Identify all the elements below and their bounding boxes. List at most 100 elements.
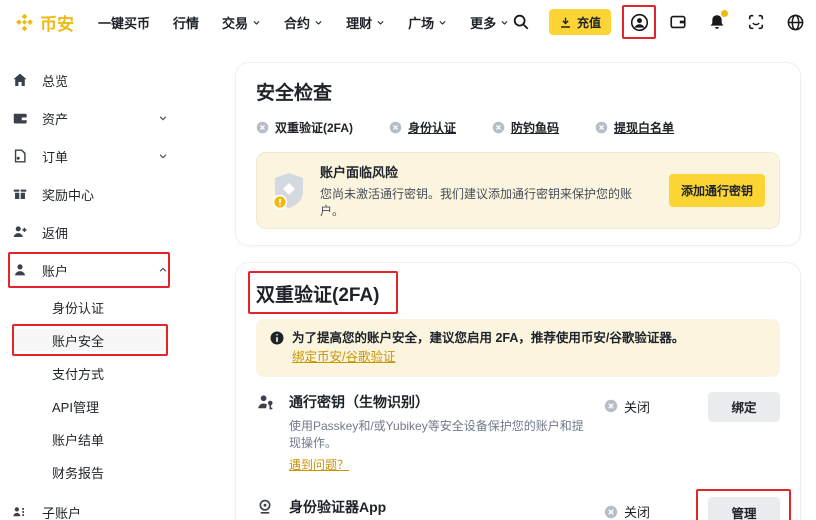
notifications-bell-icon[interactable]	[706, 11, 728, 33]
account-submenu: 身份认证 账户安全 支付方式 API管理 账户结单 财务报告	[12, 296, 215, 483]
sidebar-subitem-api-management[interactable]: API管理	[12, 395, 168, 417]
sidebar-sublabel: 身份认证	[52, 298, 104, 317]
row-title: 身份验证器App	[289, 497, 594, 517]
bind-authenticator-link[interactable]: 绑定币安/谷歌验证	[292, 350, 395, 364]
security-check-title: 安全检查	[256, 78, 780, 105]
sidebar-item-account[interactable]: 账户	[12, 258, 168, 282]
nav-item-trade[interactable]: 交易	[222, 13, 261, 32]
nav-label: 更多	[470, 13, 496, 32]
chevron-down-icon	[376, 15, 385, 30]
referral-person-plus-icon	[12, 224, 29, 241]
deposit-label: 充值	[577, 14, 601, 31]
sidebar-item-assets[interactable]: 资产	[12, 106, 168, 130]
binance-diamond-icon	[14, 12, 35, 33]
sidebar-label: 账户	[42, 261, 68, 280]
nav-label: 广场	[408, 13, 434, 32]
sub-accounts-icon	[12, 504, 29, 520]
trouble-link[interactable]: 遇到问题？	[289, 456, 349, 473]
checklist-item-2fa[interactable]: 双重验证(2FA)	[256, 119, 353, 136]
wallet-icon	[12, 110, 29, 127]
qr-scan-icon[interactable]	[745, 11, 767, 33]
checklist-item-withdrawal-whitelist[interactable]: 提现白名单	[595, 119, 674, 136]
nav-label: 行情	[173, 13, 199, 32]
sidebar-label: 订单	[42, 147, 68, 166]
nav-item-earn[interactable]: 理财	[346, 13, 385, 32]
checklist-label: 双重验证(2FA)	[275, 119, 353, 136]
row-main: 身份验证器App 使用币安/谷歌验证器保护您的账户和交易。	[289, 497, 604, 520]
sidebar: 总览 资产 订单 奖励中心 返佣 账户 身份认证	[0, 60, 215, 520]
security-row-passkey: 通行密钥（生物识别） 使用Passkey和/或Yubikey等安全设备保护您的账…	[256, 377, 780, 483]
chevron-down-icon	[500, 15, 509, 30]
risk-title: 账户面临风险	[320, 162, 656, 181]
binance-logo[interactable]: 币安	[14, 10, 74, 35]
search-icon[interactable]	[510, 11, 532, 33]
nav-item-square[interactable]: 广场	[408, 13, 447, 32]
info-icon	[270, 329, 284, 367]
sidebar-subitem-payment-methods[interactable]: 支付方式	[12, 362, 168, 384]
sidebar-item-sub-accounts[interactable]: 子账户	[12, 500, 168, 520]
row-description: 使用Passkey和/或Yubikey等安全设备保护您的账户和提现操作。	[289, 418, 594, 453]
risk-description: 您尚未激活通行密钥。我们建议添加通行密钥来保护您的账户。	[320, 185, 656, 219]
wallet-icon[interactable]	[667, 11, 689, 33]
account-risk-banner: 账户面临风险 您尚未激活通行密钥。我们建议添加通行密钥来保护您的账户。 添加通行…	[256, 152, 780, 229]
manage-authenticator-button[interactable]: 管理	[708, 497, 780, 520]
nav-item-more[interactable]: 更多	[470, 13, 509, 32]
status-cross-icon	[389, 121, 402, 134]
sidebar-subitem-financial-reports[interactable]: 财务报告	[12, 461, 168, 483]
twofa-title-text: 双重验证(2FA)	[256, 285, 380, 306]
twofa-heading-wrap: 双重验证(2FA)	[256, 280, 780, 307]
security-check-card: 安全检查 双重验证(2FA) 身份认证 防钓鱼码 提现白名单	[235, 62, 801, 246]
status-cross-icon	[256, 121, 269, 134]
sidebar-sublabel: 支付方式	[52, 364, 104, 383]
orders-document-icon	[12, 148, 29, 165]
status-cross-icon	[604, 505, 618, 519]
logo-text: 币安	[40, 10, 74, 35]
deposit-button[interactable]: 充值	[549, 9, 611, 35]
annotation-box-account	[8, 252, 170, 288]
header-actions: 充值	[510, 9, 806, 35]
checklist-item-anti-phishing[interactable]: 防钓鱼码	[492, 119, 559, 136]
chevron-down-icon	[438, 15, 447, 30]
sidebar-subitem-account-statement[interactable]: 账户结单	[12, 428, 168, 450]
top-nav-bar: 币安 一键买币 行情 交易 合约 理财 广场 更多 充值	[0, 0, 816, 44]
sidebar-label: 奖励中心	[42, 185, 94, 204]
row-action: 管理	[708, 497, 780, 520]
user-profile-icon[interactable]	[628, 11, 650, 33]
sidebar-sublabel: 账户安全	[52, 331, 104, 350]
checklist-label: 身份认证	[408, 119, 456, 136]
nav-item-futures[interactable]: 合约	[284, 13, 323, 32]
twofa-title: 双重验证(2FA)	[256, 280, 380, 307]
nav-item-buy-crypto[interactable]: 一键买币	[98, 13, 150, 32]
nav-label: 交易	[222, 13, 248, 32]
status-cross-icon	[492, 121, 505, 134]
add-passkey-button[interactable]: 添加通行密钥	[669, 174, 765, 207]
sidebar-label: 资产	[42, 109, 68, 128]
language-globe-icon[interactable]	[784, 11, 806, 33]
sidebar-item-rewards-hub[interactable]: 奖励中心	[12, 182, 168, 206]
twofa-card: 双重验证(2FA) 为了提高您的账户安全，建议您启用 2FA，推荐使用币安/谷歌…	[235, 262, 801, 520]
passkey-biometric-icon	[256, 392, 276, 417]
sidebar-subitem-identity-verification[interactable]: 身份认证	[12, 296, 168, 318]
nav-label: 一键买币	[98, 13, 150, 32]
row-status: 关闭	[604, 502, 692, 520]
status-label: 关闭	[624, 502, 650, 520]
twofa-tip-banner: 为了提高您的账户安全，建议您启用 2FA，推荐使用币安/谷歌验证器。 绑定币安/…	[256, 319, 780, 377]
sidebar-sublabel: API管理	[52, 397, 99, 416]
sidebar-item-orders[interactable]: 订单	[12, 144, 168, 168]
checklist-label: 防钓鱼码	[511, 119, 559, 136]
nav-label: 合约	[284, 13, 310, 32]
row-main: 通行密钥（生物识别） 使用Passkey和/或Yubikey等安全设备保护您的账…	[289, 392, 604, 475]
sidebar-item-referral[interactable]: 返佣	[12, 220, 168, 244]
tip-text: 为了提高您的账户安全，建议您启用 2FA，推荐使用币安/谷歌验证器。	[292, 329, 684, 348]
sidebar-subitem-account-security[interactable]: 账户安全	[12, 329, 168, 351]
checklist-item-identity[interactable]: 身份认证	[389, 119, 456, 136]
chevron-down-icon	[158, 151, 168, 161]
bind-passkey-button[interactable]: 绑定	[708, 392, 780, 422]
risk-texts: 账户面临风险 您尚未激活通行密钥。我们建议添加通行密钥来保护您的账户。	[320, 162, 656, 219]
status-cross-icon	[595, 121, 608, 134]
nav-item-markets[interactable]: 行情	[173, 13, 199, 32]
main-content: 安全检查 双重验证(2FA) 身份认证 防钓鱼码 提现白名单	[235, 62, 801, 520]
shield-warning-icon	[271, 171, 307, 211]
sidebar-item-overview[interactable]: 总览	[12, 68, 168, 92]
row-status: 关闭	[604, 397, 692, 416]
